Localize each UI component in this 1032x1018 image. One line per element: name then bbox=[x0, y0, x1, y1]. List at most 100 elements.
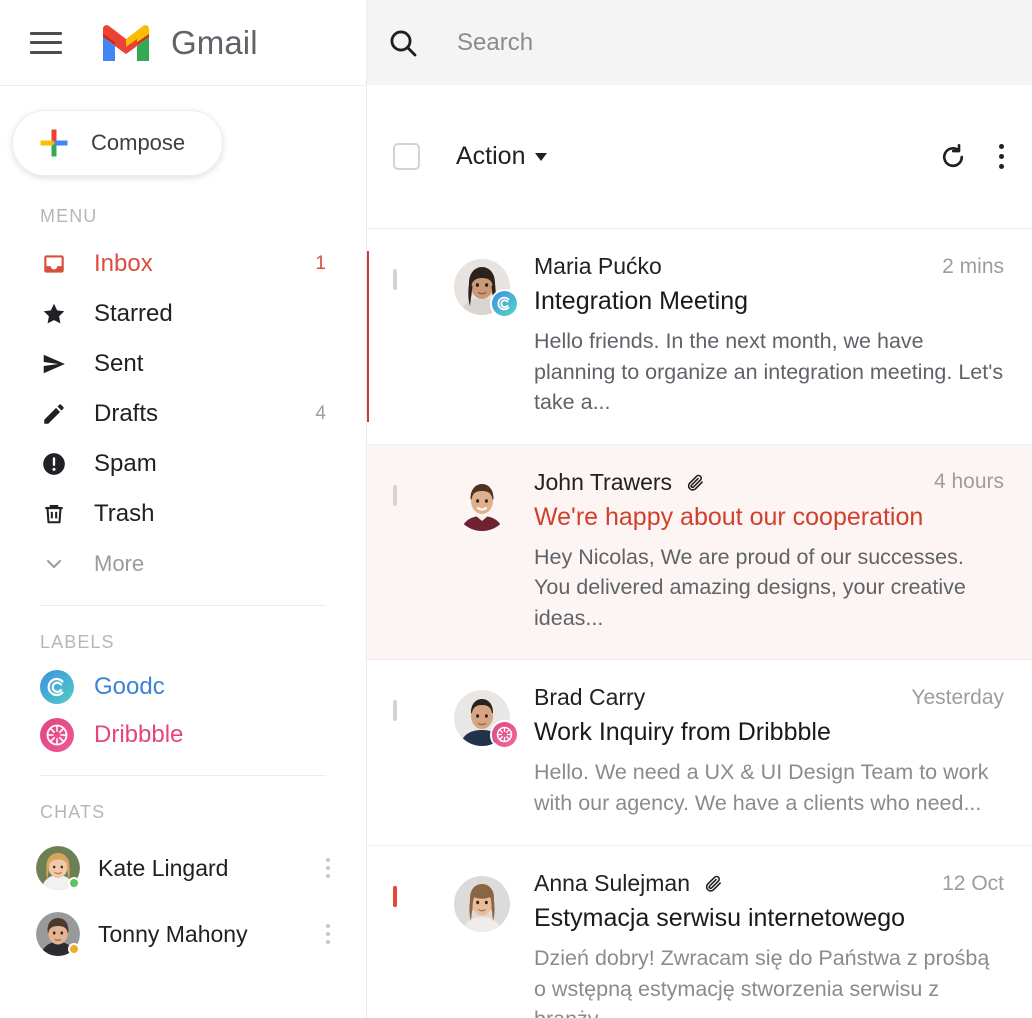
refresh-icon[interactable] bbox=[938, 142, 968, 172]
search-icon[interactable] bbox=[387, 27, 419, 59]
sidebar-item-sent[interactable]: Sent bbox=[0, 339, 366, 389]
sidebar-item-label: Drafts bbox=[94, 400, 159, 427]
email-snippet: Hello friends. In the next month, we hav… bbox=[534, 329, 1004, 415]
status-dot-away bbox=[68, 943, 80, 955]
chat-item-kate-lingard[interactable]: Kate Lingard bbox=[0, 835, 366, 901]
alert-icon bbox=[40, 450, 68, 478]
sidebar-label-text: Goodc bbox=[94, 673, 165, 700]
email-checkbox[interactable] bbox=[393, 484, 397, 506]
attachment-icon bbox=[687, 474, 704, 491]
email-timestamp: 4 hours bbox=[933, 470, 1004, 494]
action-dropdown[interactable]: Action bbox=[456, 142, 548, 171]
sidebar-label-goodc[interactable]: Goodc bbox=[0, 663, 366, 711]
inbox-icon bbox=[40, 250, 68, 278]
email-checkbox-wrap bbox=[393, 469, 420, 634]
email-checkbox[interactable] bbox=[393, 269, 397, 290]
avatar bbox=[454, 474, 510, 531]
email-header-line: Brad Carry Yesterday bbox=[534, 684, 1004, 711]
labels-section: LABELS Goodc Dribbble bbox=[0, 632, 366, 759]
sidebar-item-label: Sent bbox=[94, 350, 144, 377]
avatar bbox=[454, 690, 520, 751]
email-header-line: John Trawers 4 hours bbox=[534, 469, 1004, 496]
attachment-icon bbox=[705, 875, 721, 892]
hamburger-icon[interactable] bbox=[30, 31, 62, 54]
goodc-label-icon bbox=[40, 670, 74, 704]
sidebar-item-label: More bbox=[94, 551, 145, 576]
email-checkbox-wrap bbox=[393, 684, 420, 819]
gmail-m-logo bbox=[103, 24, 149, 61]
email-timestamp: 2 mins bbox=[942, 254, 1004, 278]
sidebar-item-inbox[interactable]: Inbox 1 bbox=[0, 239, 366, 289]
compose-button-label: Compose bbox=[91, 130, 186, 155]
chats-section-title: CHATS bbox=[40, 802, 106, 822]
sidebar-divider-2 bbox=[40, 775, 326, 776]
menu-list: Inbox 1 Starred Sent Drafts 4 Spam Trash… bbox=[0, 239, 366, 589]
sidebar: Gmail Compose MENU Inbox 1 Starred Sent … bbox=[0, 0, 366, 1018]
email-header-line: Maria Pućko 2 mins bbox=[534, 253, 1004, 280]
dribbble-label-icon bbox=[40, 718, 74, 752]
table-row[interactable]: Brad Carry Yesterday Work Inquiry from D… bbox=[367, 660, 1032, 847]
email-sender: Brad Carry bbox=[534, 684, 646, 711]
sidebar-item-drafts[interactable]: Drafts 4 bbox=[0, 389, 366, 439]
table-row[interactable]: Maria Pućko 2 mins Integration Meeting H… bbox=[367, 229, 1032, 445]
search-input[interactable] bbox=[457, 28, 957, 57]
main-panel: Action bbox=[366, 0, 1032, 1018]
chevron-down-icon bbox=[40, 550, 68, 578]
goodc-badge-icon bbox=[490, 289, 520, 319]
chevron-down-icon bbox=[535, 152, 548, 161]
chat-item-tonny-mahony[interactable]: Tonny Mahony bbox=[0, 901, 366, 967]
sidebar-item-count: 4 bbox=[315, 403, 326, 424]
email-content: Anna Sulejman 12 Oct Estymacja serwisu i… bbox=[534, 870, 1004, 1018]
email-checkbox[interactable] bbox=[393, 700, 397, 722]
email-subject: Integration Meeting bbox=[534, 287, 749, 315]
chat-item-name: Kate Lingard bbox=[98, 854, 229, 881]
sidebar-label-text: Dribbble bbox=[94, 721, 184, 748]
compose-button[interactable]: Compose bbox=[12, 110, 223, 176]
star-icon bbox=[40, 300, 68, 328]
email-content: Brad Carry Yesterday Work Inquiry from D… bbox=[534, 684, 1004, 819]
chat-item-name: Tonny Mahony bbox=[98, 920, 248, 947]
email-content: Maria Pućko 2 mins Integration Meeting H… bbox=[534, 253, 1004, 418]
email-subject: Work Inquiry from Dribbble bbox=[534, 718, 831, 747]
email-checkbox-wrap bbox=[393, 253, 420, 418]
sidebar-item-label: Starred bbox=[94, 300, 173, 327]
trash-icon bbox=[40, 500, 68, 528]
kebab-menu-icon[interactable] bbox=[998, 144, 1004, 169]
avatar bbox=[36, 912, 80, 956]
search-bar bbox=[367, 0, 1032, 85]
app-title: Gmail bbox=[171, 23, 258, 61]
email-checkbox[interactable] bbox=[393, 886, 397, 908]
sidebar-item-label: Inbox bbox=[94, 250, 153, 277]
sidebar-divider-1 bbox=[40, 605, 326, 606]
sidebar-label-dribbble[interactable]: Dribbble bbox=[0, 711, 366, 759]
email-timestamp: 12 Oct bbox=[942, 871, 1004, 895]
sidebar-item-starred[interactable]: Starred bbox=[0, 289, 366, 339]
email-subject: Estymacja serwisu internetowego bbox=[534, 904, 905, 933]
menu-section-title: MENU bbox=[40, 206, 98, 226]
email-timestamp: Yesterday bbox=[911, 685, 1004, 709]
labels-section-title: LABELS bbox=[40, 632, 115, 652]
email-subject: We're happy about our cooperation bbox=[534, 502, 924, 531]
email-header-line: Anna Sulejman 12 Oct bbox=[534, 870, 1004, 897]
list-toolbar: Action bbox=[367, 85, 1032, 229]
sidebar-item-trash[interactable]: Trash bbox=[0, 489, 366, 539]
status-dot-online bbox=[68, 877, 80, 889]
menu-section: MENU Inbox 1 Starred Sent Drafts 4 Spam … bbox=[0, 206, 366, 589]
sidebar-item-label: Spam bbox=[94, 450, 157, 477]
email-list: Maria Pućko 2 mins Integration Meeting H… bbox=[367, 229, 1032, 1018]
kebab-menu-icon[interactable] bbox=[325, 858, 330, 878]
action-dropdown-label: Action bbox=[456, 142, 526, 170]
table-row[interactable]: John Trawers 4 hours We're happy about o… bbox=[367, 444, 1032, 661]
gmail-app-window: Gmail Compose MENU Inbox 1 Starred Sent … bbox=[0, 0, 1032, 1018]
chats-section: CHATS Kate Lingard Tonny Mahony bbox=[0, 802, 366, 967]
plus-icon bbox=[40, 129, 68, 157]
sidebar-item-more[interactable]: More bbox=[0, 539, 366, 589]
pencil-icon bbox=[40, 400, 68, 428]
table-row[interactable]: Anna Sulejman 12 Oct Estymacja serwisu i… bbox=[367, 846, 1032, 1018]
email-snippet: Hello. We need a UX & UI Design Team to … bbox=[534, 760, 989, 815]
dribbble-badge-icon bbox=[490, 720, 520, 751]
kebab-menu-icon[interactable] bbox=[325, 924, 330, 944]
sidebar-item-label: Trash bbox=[94, 500, 155, 527]
sidebar-item-spam[interactable]: Spam bbox=[0, 439, 366, 489]
select-all-checkbox[interactable] bbox=[393, 143, 420, 170]
